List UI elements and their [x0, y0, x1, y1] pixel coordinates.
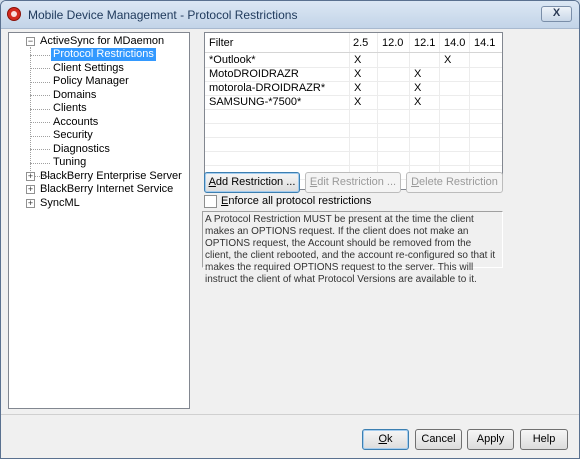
version-cell: X	[414, 82, 422, 94]
restrictions-grid[interactable]: Filter 2.5 12.0 12.1 14.0 14.1 *Outlook*…	[204, 32, 503, 190]
expand-icon[interactable]: +	[26, 199, 35, 208]
version-cell: X	[414, 96, 422, 108]
column-header-filter[interactable]: Filter	[209, 36, 233, 50]
tree-item-label: SyncML	[40, 197, 80, 209]
column-header-14-1[interactable]: 14.1	[474, 36, 495, 50]
tree-item-label: BlackBerry Enterprise Server	[40, 170, 182, 182]
mdaemon-app-icon	[7, 7, 21, 21]
tree-connector	[30, 136, 50, 137]
enforce-checkbox-label[interactable]: Enforce all protocol restrictions	[221, 195, 371, 208]
tree-item-label: Policy Manager	[53, 75, 129, 87]
column-header-12-1[interactable]: 12.1	[414, 36, 435, 50]
protocol-restriction-note: A Protocol Restriction MUST be present a…	[202, 211, 503, 285]
grid-header: Filter 2.5 12.0 12.1 14.0 14.1	[205, 33, 502, 53]
close-button[interactable]: X	[541, 6, 572, 22]
column-header-2-5[interactable]: 2.5	[353, 36, 368, 50]
title-bar: Mobile Device Management - Protocol Rest…	[1, 1, 579, 29]
window-title: Mobile Device Management - Protocol Rest…	[28, 8, 298, 22]
version-cell: X	[414, 68, 422, 80]
version-cell: X	[354, 68, 362, 80]
tree-item-label: ActiveSync for MDaemon	[40, 35, 165, 47]
footer-separator	[1, 414, 579, 415]
tree-connector	[30, 68, 50, 69]
cancel-button[interactable]: Cancel	[415, 429, 462, 450]
table-row[interactable]: motorola-DROIDRAZR* X X	[205, 81, 502, 96]
tree-item-label: Clients	[53, 102, 87, 114]
filter-cell: MotoDROIDRAZR	[209, 68, 299, 80]
version-cell: X	[354, 54, 362, 66]
table-row[interactable]: *Outlook* X X	[205, 53, 502, 68]
apply-button[interactable]: Apply	[467, 429, 514, 450]
table-row[interactable]: SAMSUNG-*7500* X X	[205, 95, 502, 110]
tree-item-label: Security	[53, 129, 93, 141]
version-cell: X	[444, 54, 452, 66]
filter-cell: *Outlook*	[209, 54, 256, 66]
tree-connector	[30, 95, 50, 96]
column-header-12-0[interactable]: 12.0	[382, 36, 403, 50]
table-row[interactable]: MotoDROIDRAZR X X	[205, 67, 502, 82]
tree-item-label: BlackBerry Internet Service	[40, 183, 174, 195]
tree-item-label: Domains	[53, 89, 97, 101]
tree-item-label: Tuning	[53, 156, 87, 168]
tree-connector	[30, 82, 50, 83]
tree-item-label: Client Settings	[53, 62, 124, 74]
dialog-window: Mobile Device Management - Protocol Rest…	[0, 0, 580, 459]
column-header-14-0[interactable]: 14.0	[444, 36, 465, 50]
tree-connector	[30, 109, 50, 110]
tree-branch-line	[30, 47, 31, 175]
empty-row	[205, 137, 502, 152]
navigation-tree[interactable]: − ActiveSync for MDaemon Protocol Restri…	[8, 32, 190, 409]
filter-cell: SAMSUNG-*7500*	[209, 96, 302, 108]
tree-connector	[30, 149, 50, 150]
tree-connector	[30, 122, 50, 123]
expand-icon[interactable]: +	[26, 172, 35, 181]
empty-row	[205, 123, 502, 138]
empty-row	[205, 109, 502, 124]
help-button[interactable]: Help	[520, 429, 568, 450]
tree-connector	[30, 163, 50, 164]
add-restriction-button[interactable]: Add Restriction ...	[204, 172, 300, 193]
expand-icon[interactable]: +	[26, 185, 35, 194]
version-cell: X	[354, 82, 362, 94]
ok-button[interactable]: Ok	[362, 429, 409, 450]
version-cell: X	[354, 96, 362, 108]
tree-item-label: Diagnostics	[53, 143, 110, 155]
tree-item-label: Protocol Restrictions	[51, 48, 156, 61]
enforce-checkbox[interactable]	[204, 195, 217, 208]
empty-row	[205, 151, 502, 166]
edit-restriction-button[interactable]: Edit Restriction ...	[305, 172, 401, 193]
delete-restriction-button[interactable]: Delete Restriction	[406, 172, 503, 193]
filter-cell: motorola-DROIDRAZR*	[209, 82, 326, 94]
tree-connector	[30, 55, 50, 56]
dialog-content: − ActiveSync for MDaemon Protocol Restri…	[1, 29, 579, 458]
tree-item-label: Accounts	[53, 116, 99, 128]
collapse-icon[interactable]: −	[26, 37, 35, 46]
